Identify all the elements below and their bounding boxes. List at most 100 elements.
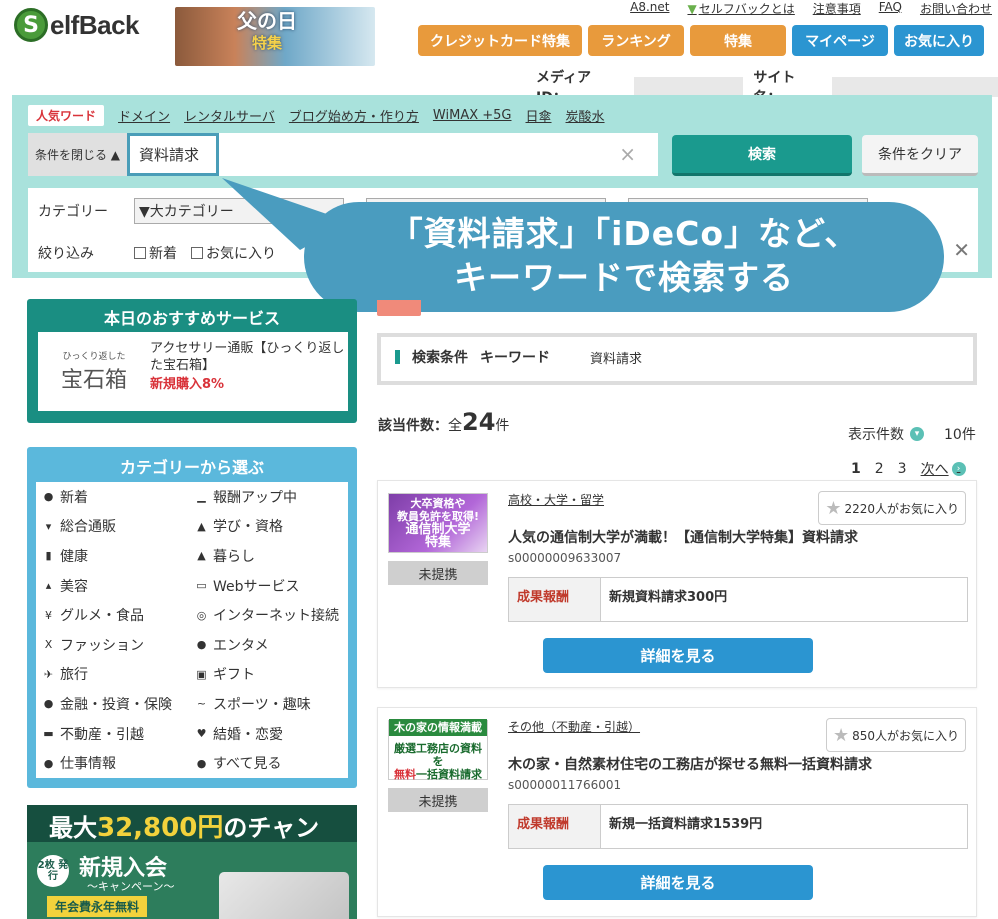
- link-faq[interactable]: FAQ: [879, 0, 902, 17]
- logo-text: elfBack: [50, 9, 140, 40]
- category-item[interactable]: ▁ 報酬アップ中: [195, 482, 339, 512]
- nav-feature-button[interactable]: 特集: [690, 25, 786, 56]
- category-item[interactable]: ▣ ギフト: [195, 660, 339, 690]
- popular-word-link[interactable]: ドメイン: [118, 106, 170, 125]
- popular-word-link[interactable]: 日傘: [526, 106, 552, 125]
- per-page-selector[interactable]: 表示件数 ▾ 10件: [848, 424, 976, 444]
- nav-favorites-button[interactable]: お気に入り: [894, 25, 984, 56]
- category-item[interactable]: ▬ 不動産・引越: [42, 719, 172, 749]
- partnership-status: 未提携: [388, 788, 488, 812]
- fathers-day-banner[interactable]: 父の日 特集: [175, 7, 375, 66]
- heart-icon: ♥: [196, 727, 207, 741]
- program-title[interactable]: 人気の通信制大学が満載！【通信制大学特集】資料請求: [508, 527, 858, 547]
- search-button[interactable]: 検索: [672, 135, 852, 176]
- popular-word-link[interactable]: ブログ始め方・作り方: [289, 106, 419, 125]
- page-1[interactable]: 1: [851, 461, 861, 477]
- link-about[interactable]: ▼ セルフバックとは: [687, 0, 794, 17]
- category-label: 暮らし: [213, 548, 255, 565]
- toggle-conditions-button[interactable]: 条件を閉じる ▲: [28, 133, 127, 176]
- truck-icon: ▬: [43, 727, 54, 741]
- link-a8net[interactable]: A8.net: [630, 0, 669, 17]
- checkbox-icon: [134, 247, 146, 259]
- clear-keyword-icon[interactable]: ×: [619, 142, 636, 166]
- category-label: 結婚・恋愛: [213, 726, 283, 743]
- favorite-button[interactable]: ★ 850人がお気に入り: [825, 718, 966, 752]
- program-title[interactable]: 木の家・自然素材住宅の工務店が探せる無料一括資料請求: [508, 754, 872, 774]
- page-2[interactable]: 2: [875, 461, 884, 477]
- category-label: ファッション: [60, 637, 144, 654]
- dress-icon: X: [44, 638, 53, 652]
- page-3[interactable]: 3: [898, 461, 907, 477]
- view-details-button[interactable]: 詳細を見る: [543, 865, 813, 900]
- nav-mypage-button[interactable]: マイページ: [792, 25, 888, 56]
- promo-free-label: 年会費永年無料: [47, 896, 148, 917]
- popular-word-link[interactable]: レンタルサーバ: [184, 106, 275, 125]
- category-item[interactable]: ▾ 総合通販: [42, 512, 172, 542]
- popular-words: 人気ワード ドメイン レンタルサーバ ブログ始め方・作り方 WiMAX +5G …: [28, 105, 605, 126]
- banner-title: 父の日: [237, 9, 297, 33]
- category-item[interactable]: ● すべて見る: [195, 748, 339, 778]
- top-links: A8.net ▼ セルフバックとは 注意事項 FAQ お問い合わせ: [630, 0, 992, 17]
- category-label: インターネット接続: [213, 608, 339, 625]
- view-details-button[interactable]: 詳細を見る: [543, 638, 813, 673]
- category-label: カテゴリー: [38, 204, 108, 220]
- recommend-item[interactable]: ひっくり返した 宝石箱 アクセサリー通販【ひっくり返した宝石箱】 新規購入8%: [38, 332, 348, 411]
- result-card: 木の家の情報満載 厳選工務店の資料を 無料一括資料請求 未提携 その他（不動産・…: [377, 707, 977, 917]
- lipstick-icon: ▴: [45, 579, 52, 593]
- filter-new-checkbox[interactable]: 新着: [134, 243, 177, 263]
- narrow-filter-row: 絞り込み 新着 お気に入り: [38, 243, 276, 263]
- promo-subtitle: 〜キャンペーン〜: [87, 880, 175, 893]
- popular-word-link[interactable]: WiMAX +5G: [433, 108, 512, 123]
- category-item[interactable]: ● 金融・投資・保険: [42, 689, 172, 719]
- category-label: エンタメ: [213, 637, 269, 654]
- category-item[interactable]: ◎ インターネット接続: [195, 600, 339, 630]
- link-contact[interactable]: お問い合わせ: [920, 0, 992, 17]
- beginner-leaf-icon: ▼: [687, 2, 697, 16]
- nav-credit-card-button[interactable]: クレジットカード特集: [418, 25, 582, 56]
- nav-ranking-button[interactable]: ランキング: [588, 25, 684, 56]
- selfback-logo[interactable]: S elfBack: [14, 8, 140, 42]
- program-thumbnail[interactable]: 木の家の情報満載 厳選工務店の資料を 無料一括資料請求: [388, 719, 488, 781]
- callout-line-2: キーワードで検索する: [454, 258, 794, 297]
- category-item[interactable]: ♥ 結婚・恋愛: [195, 719, 339, 749]
- recommend-reward: 新規購入8%: [150, 377, 225, 392]
- category-item[interactable]: ● エンタメ: [195, 630, 339, 660]
- popular-word-link[interactable]: 炭酸水: [566, 106, 605, 125]
- partnership-status: 未提携: [388, 561, 488, 585]
- category-item[interactable]: ✈ 旅行: [42, 660, 172, 690]
- category-link[interactable]: 高校・大学・留学: [508, 491, 604, 508]
- keyword-input[interactable]: 資料請求: [127, 133, 219, 176]
- category-box: カテゴリーから選ぶ ● 新着 ▾ 総合通販 ▮ 健康 ▴ 美容 ¥ グルメ・食品 X ファッション ✈ 旅…: [27, 447, 357, 788]
- category-item[interactable]: ● 仕事情報: [42, 748, 172, 778]
- binoculars-icon: ●: [196, 756, 207, 770]
- filter-favorite-checkbox[interactable]: お気に入り: [191, 243, 276, 263]
- program-id: s00000009633007: [508, 551, 622, 565]
- category-item[interactable]: ▲ 暮らし: [195, 541, 339, 571]
- category-item[interactable]: ● 新着: [42, 482, 172, 512]
- favorite-button[interactable]: ★ 2220人がお気に入り: [818, 491, 966, 525]
- category-item[interactable]: ~ スポーツ・趣味: [195, 689, 339, 719]
- next-page-link[interactable]: 次へ ›: [921, 459, 966, 479]
- camera-icon: ●: [196, 638, 207, 652]
- category-item[interactable]: X ファッション: [42, 630, 172, 660]
- person-icon: ●: [43, 756, 54, 770]
- category-label: 健康: [60, 548, 88, 565]
- category-item[interactable]: ▲ 学び・資格: [195, 512, 339, 542]
- bottle-icon: ▮: [45, 549, 52, 563]
- credit-card-promo-banner[interactable]: 最大32,800円のチャンス!! 2枚 発行 新規入会 〜キャンペーン〜 年会費…: [27, 805, 357, 919]
- category-link[interactable]: その他（不動産・引越）: [508, 718, 640, 735]
- category-item[interactable]: ▮ 健康: [42, 541, 172, 571]
- plane-icon: ✈: [43, 667, 54, 681]
- program-thumbnail[interactable]: 大卒資格や 教員免許を取得! 通信制大学 特集: [388, 493, 488, 553]
- category-list: ● 新着 ▾ 総合通販 ▮ 健康 ▴ 美容 ¥ グルメ・食品 X ファッション ✈ 旅行 ● 金融・投資・保険…: [36, 482, 348, 778]
- link-notes[interactable]: 注意事項: [813, 0, 861, 17]
- clear-conditions-button[interactable]: 条件をクリア: [862, 135, 978, 176]
- category-column-right: ▁ 報酬アップ中 ▲ 学び・資格 ▲ 暮らし ▭ Webサービス ◎ インターネット接続 ● エンタメ…: [195, 482, 339, 778]
- category-item[interactable]: ▭ Webサービス: [195, 571, 339, 601]
- close-filter-icon[interactable]: ✕: [953, 238, 970, 262]
- category-item[interactable]: ¥ グルメ・食品: [42, 600, 172, 630]
- conditions-label: 検索条件: [412, 350, 468, 366]
- site-name-redacted: [831, 77, 998, 97]
- category-label: 仕事情報: [60, 756, 116, 773]
- category-item[interactable]: ▴ 美容: [42, 571, 172, 601]
